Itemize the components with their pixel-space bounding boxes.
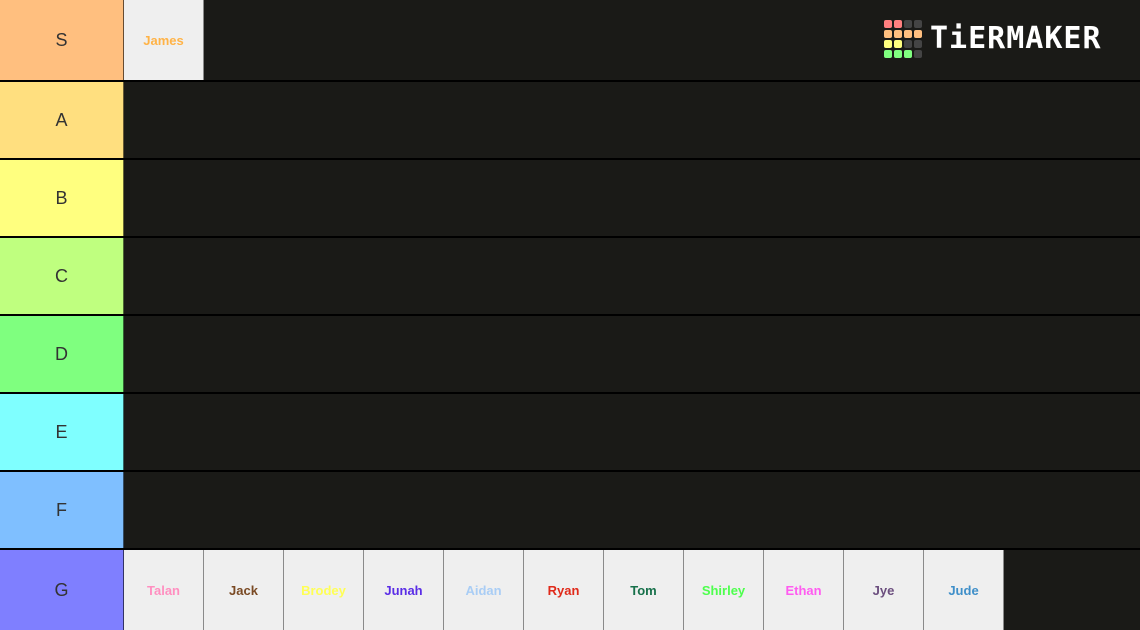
tier-label[interactable]: F — [0, 472, 124, 548]
logo-grid-cell — [904, 40, 912, 48]
tier-item[interactable]: Jye — [844, 550, 924, 630]
tier-label[interactable]: E — [0, 394, 124, 470]
tier-item[interactable]: Jude — [924, 550, 1004, 630]
logo-grid-cell — [884, 20, 892, 28]
logo-grid-cell — [914, 30, 922, 38]
logo-grid-cell — [894, 30, 902, 38]
tier-items-dropzone[interactable] — [124, 472, 1140, 548]
tier-items-dropzone[interactable] — [124, 394, 1140, 470]
tier-item[interactable]: Tom — [604, 550, 684, 630]
logo-grid-cell — [894, 40, 902, 48]
tier-items-dropzone[interactable] — [124, 160, 1140, 236]
tier-item[interactable]: Shirley — [684, 550, 764, 630]
logo-grid-cell — [884, 40, 892, 48]
tier-item[interactable]: Jack — [204, 550, 284, 630]
tier-row-a: A — [0, 82, 1140, 158]
logo-grid-cell — [884, 30, 892, 38]
tier-item[interactable]: James — [124, 0, 204, 80]
tier-row-e: E — [0, 394, 1140, 470]
tier-item[interactable]: Ryan — [524, 550, 604, 630]
tier-label[interactable]: S — [0, 0, 124, 80]
tier-item[interactable]: Aidan — [444, 550, 524, 630]
logo-text: TiERMAKER — [930, 21, 1102, 56]
tier-label[interactable]: C — [0, 238, 124, 314]
tier-items-dropzone[interactable] — [124, 316, 1140, 392]
tier-item[interactable]: Ethan — [764, 550, 844, 630]
tier-items-dropzone[interactable]: Talan Jack Brodey Junah Aidan Ryan Tom Shirley E… — [124, 550, 1140, 630]
logo-grid-cell — [914, 50, 922, 58]
tier-row-b: B — [0, 160, 1140, 236]
tier-item[interactable]: Talan — [124, 550, 204, 630]
tier-item[interactable]: Junah — [364, 550, 444, 630]
tier-label[interactable]: A — [0, 82, 124, 158]
logo-grid-cell — [904, 20, 912, 28]
logo-grid-cell — [894, 20, 902, 28]
logo-grid-icon — [884, 20, 922, 58]
logo-grid-cell — [904, 30, 912, 38]
tier-row-d: D — [0, 316, 1140, 392]
logo-grid-cell — [894, 50, 902, 58]
tier-list-board: S James A B C D E F G Talan Jack Brodey Junah Aidan Ry… — [0, 0, 1140, 630]
tier-label[interactable]: G — [0, 550, 124, 630]
tier-items-dropzone[interactable] — [124, 82, 1140, 158]
tier-row-f: F — [0, 472, 1140, 548]
tier-row-c: C — [0, 238, 1140, 314]
tier-label[interactable]: B — [0, 160, 124, 236]
tiermaker-logo: TiERMAKER — [884, 20, 1102, 58]
tier-row-g: G Talan Jack Brodey Junah Aidan Ryan Tom Shirley… — [0, 550, 1140, 630]
logo-grid-cell — [914, 40, 922, 48]
tier-label[interactable]: D — [0, 316, 124, 392]
tier-item[interactable]: Brodey — [284, 550, 364, 630]
logo-grid-cell — [884, 50, 892, 58]
logo-grid-cell — [904, 50, 912, 58]
tier-items-dropzone[interactable] — [124, 238, 1140, 314]
logo-grid-cell — [914, 20, 922, 28]
